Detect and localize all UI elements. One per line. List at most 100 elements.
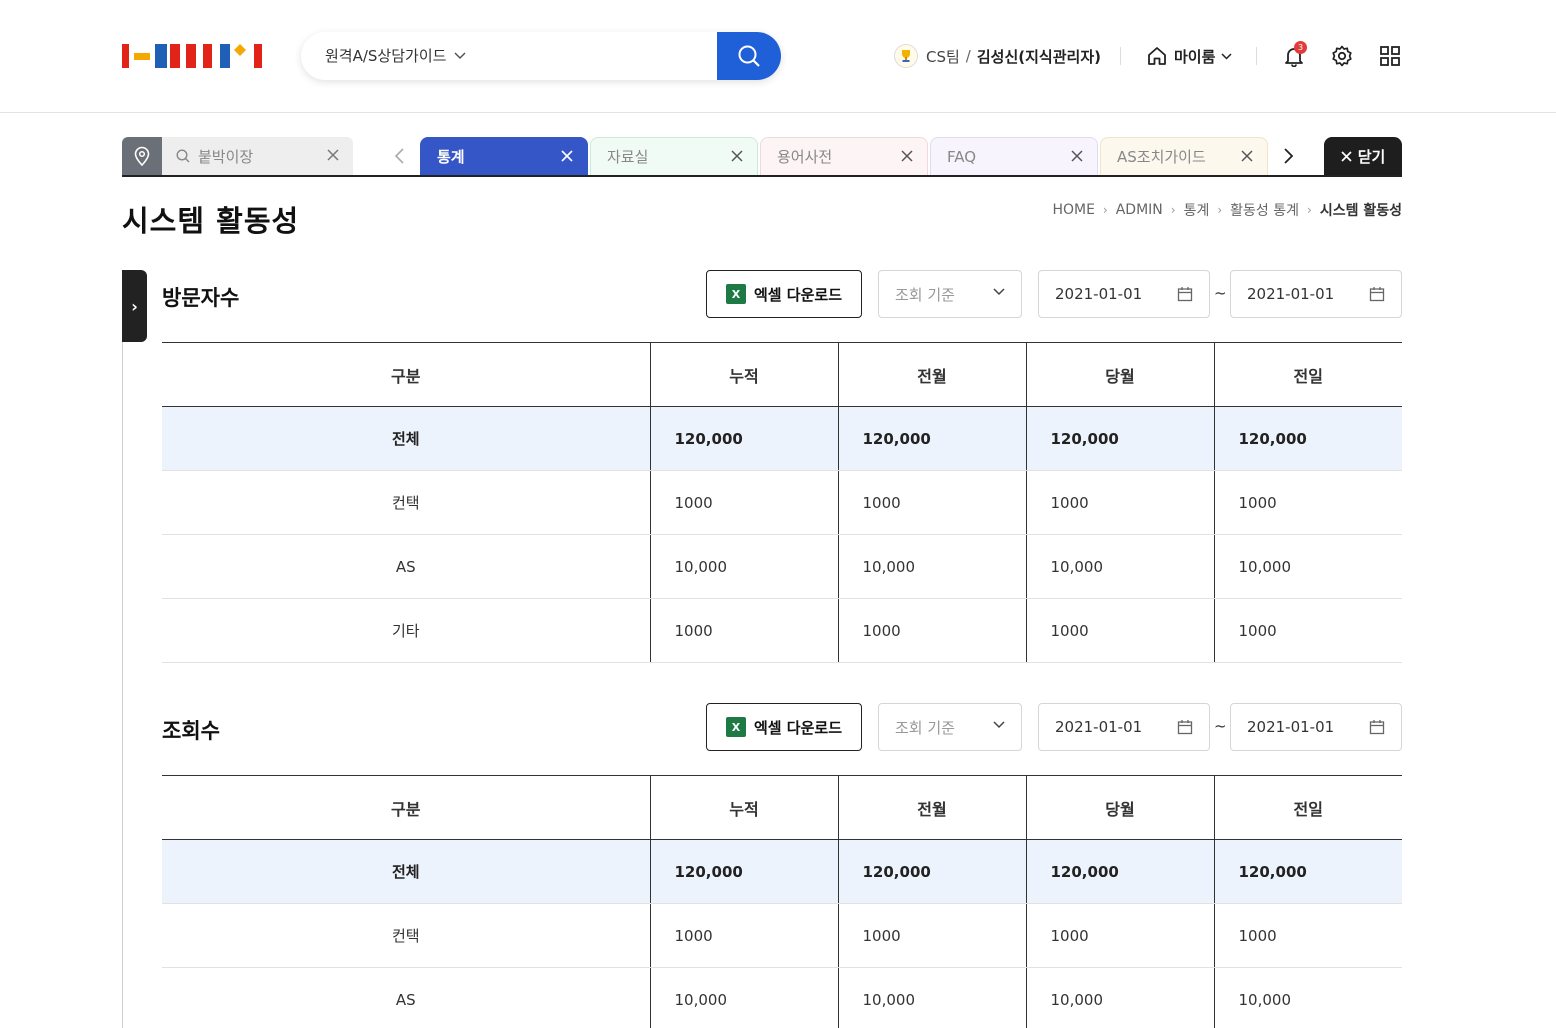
table-cell: 10,000 (1025, 967, 1214, 1028)
search-button[interactable] (717, 32, 781, 80)
date-to-field[interactable]: 2021-01-01 (1230, 703, 1402, 751)
tab-faq[interactable]: FAQ (930, 137, 1098, 175)
location-pin-button[interactable] (122, 137, 162, 175)
tab-glossary[interactable]: 용어사전 (760, 137, 928, 175)
views-table: 구분 누적 전월 당월 전일 전체 120,000 120,000 120,00… (162, 775, 1402, 1028)
table-cell: 120,000 (1213, 839, 1402, 904)
chevron-down-icon (1221, 52, 1232, 60)
tab-next-arrow-icon[interactable] (1280, 147, 1296, 165)
table-cell: 10,000 (837, 967, 1026, 1028)
date-from-field[interactable]: 2021-01-01 (1038, 270, 1210, 318)
tab-archive[interactable]: 자료실 (590, 137, 758, 175)
criteria-select[interactable]: 조회 기준 (878, 270, 1022, 318)
criteria-select-placeholder: 조회 기준 (895, 718, 955, 737)
header-divider (1120, 47, 1121, 65)
excel-download-label: 엑셀 다운로드 (753, 718, 843, 737)
pinned-search-label: 붙박이장 (198, 147, 254, 166)
search-category-select[interactable]: 원격A/S상담가이드 (325, 32, 466, 80)
table-row-total: 전체 120,000 120,000 120,000 120,000 (162, 839, 1402, 904)
tab-as-guide[interactable]: AS조치가이드 (1100, 137, 1268, 175)
trophy-icon (894, 44, 918, 68)
pinned-search-tab[interactable]: 붙박이장 (162, 137, 353, 175)
table-row: AS 10,000 10,000 10,000 10,000 (162, 534, 1402, 599)
criteria-select[interactable]: 조회 기준 (878, 703, 1022, 751)
table-cell: 10,000 (649, 534, 838, 599)
date-to-value: 2021-01-01 (1247, 718, 1335, 736)
close-tabs-button[interactable]: 닫기 (1324, 137, 1402, 175)
date-to-field[interactable]: 2021-01-01 (1230, 270, 1402, 318)
calendar-icon[interactable] (1369, 719, 1385, 735)
grid-icon (1380, 46, 1400, 66)
table-cell: 10,000 (1213, 967, 1402, 1028)
sidebar-toggle-button[interactable]: › (122, 270, 147, 342)
notification-count-badge: 3 (1294, 41, 1307, 54)
table-cell: 1000 (649, 903, 838, 968)
sidebar-rule (122, 342, 123, 1028)
table-cell: 1000 (1213, 903, 1402, 968)
breadcrumb-activity-stats[interactable]: 활동성 통계 (1230, 200, 1299, 220)
brand-logo[interactable] (122, 44, 262, 68)
table-cell: 전체 (162, 839, 650, 904)
tab-bar: 붙박이장 통계 자료실 용어사전 FAQ AS조치가이드 닫기 (122, 137, 1402, 177)
table-cell: 120,000 (1025, 406, 1214, 471)
table-cell: 120,000 (837, 406, 1026, 471)
column-header: 당월 (1025, 775, 1214, 840)
table-cell: 컨택 (162, 470, 650, 535)
column-header: 전월 (837, 775, 1026, 840)
breadcrumb-current: 시스템 활동성 (1319, 203, 1402, 219)
tab-statistics[interactable]: 통계 (420, 137, 588, 175)
chevron-down-icon (993, 288, 1005, 296)
excel-download-button[interactable]: X 엑셀 다운로드 (706, 270, 862, 318)
table-cell: 120,000 (649, 839, 838, 904)
excel-download-button[interactable]: X 엑셀 다운로드 (706, 703, 862, 751)
close-icon[interactable] (731, 150, 743, 162)
table-cell: AS (162, 967, 650, 1028)
close-icon[interactable] (1241, 150, 1253, 162)
chevron-right-icon: › (1307, 203, 1312, 217)
breadcrumb: HOME › ADMIN › 통계 › 활동성 통계 › 시스템 활동성 (1052, 200, 1402, 220)
user-name: 김성신(지식관리자) (976, 47, 1101, 66)
notification-button[interactable]: 3 (1280, 41, 1308, 70)
table-cell: 전체 (162, 406, 650, 471)
breadcrumb-home[interactable]: HOME (1052, 202, 1094, 218)
table-cell: 120,000 (837, 839, 1026, 904)
close-icon[interactable] (327, 149, 339, 161)
table-header-row: 구분 누적 전월 당월 전일 (162, 342, 1402, 407)
close-icon[interactable] (561, 150, 573, 162)
chevron-right-icon: › (131, 296, 138, 316)
date-range-separator: ~ (1214, 284, 1227, 302)
excel-icon: X (725, 717, 746, 737)
breadcrumb-statistics[interactable]: 통계 (1184, 200, 1210, 220)
calendar-icon[interactable] (1177, 286, 1193, 302)
table-cell: 10,000 (649, 967, 838, 1028)
tab-label: 용어사전 (777, 148, 833, 166)
close-icon[interactable] (901, 150, 913, 162)
app-menu-button[interactable] (1376, 42, 1404, 70)
tab-prev-arrow-icon[interactable] (392, 147, 408, 165)
table-header-row: 구분 누적 전월 당월 전일 (162, 775, 1402, 840)
user-info[interactable]: CS팀 / 김성신(지식관리자) (894, 42, 1101, 70)
table-row: AS 10,000 10,000 10,000 10,000 (162, 967, 1402, 1028)
column-header: 당월 (1025, 342, 1214, 407)
settings-button[interactable] (1328, 42, 1356, 70)
close-icon[interactable] (1071, 150, 1083, 162)
breadcrumb-admin[interactable]: ADMIN (1116, 202, 1163, 218)
column-header: 전일 (1213, 775, 1402, 840)
date-from-field[interactable]: 2021-01-01 (1038, 703, 1210, 751)
column-header: 누적 (649, 342, 838, 407)
views-section: 조회수 X 엑셀 다운로드 조회 기준 2021-01-01 ~ 2021-01… (162, 703, 1402, 1028)
chevron-down-icon (993, 721, 1005, 729)
home-icon (1148, 47, 1166, 65)
myroom-menu[interactable]: 마이룸 (1146, 42, 1232, 70)
chevron-right-icon: › (1102, 203, 1108, 217)
tab-label: 자료실 (607, 148, 649, 166)
table-row: 기타 1000 1000 1000 1000 (162, 598, 1402, 663)
calendar-icon[interactable] (1369, 286, 1385, 302)
table-cell: 1000 (1025, 903, 1214, 968)
page-title: 시스템 활동성 (122, 204, 300, 238)
table-cell: 1000 (1213, 470, 1402, 535)
calendar-icon[interactable] (1177, 719, 1193, 735)
excel-icon: X (725, 284, 746, 304)
table-cell: 120,000 (1025, 839, 1214, 904)
table-cell: 기타 (162, 598, 650, 663)
